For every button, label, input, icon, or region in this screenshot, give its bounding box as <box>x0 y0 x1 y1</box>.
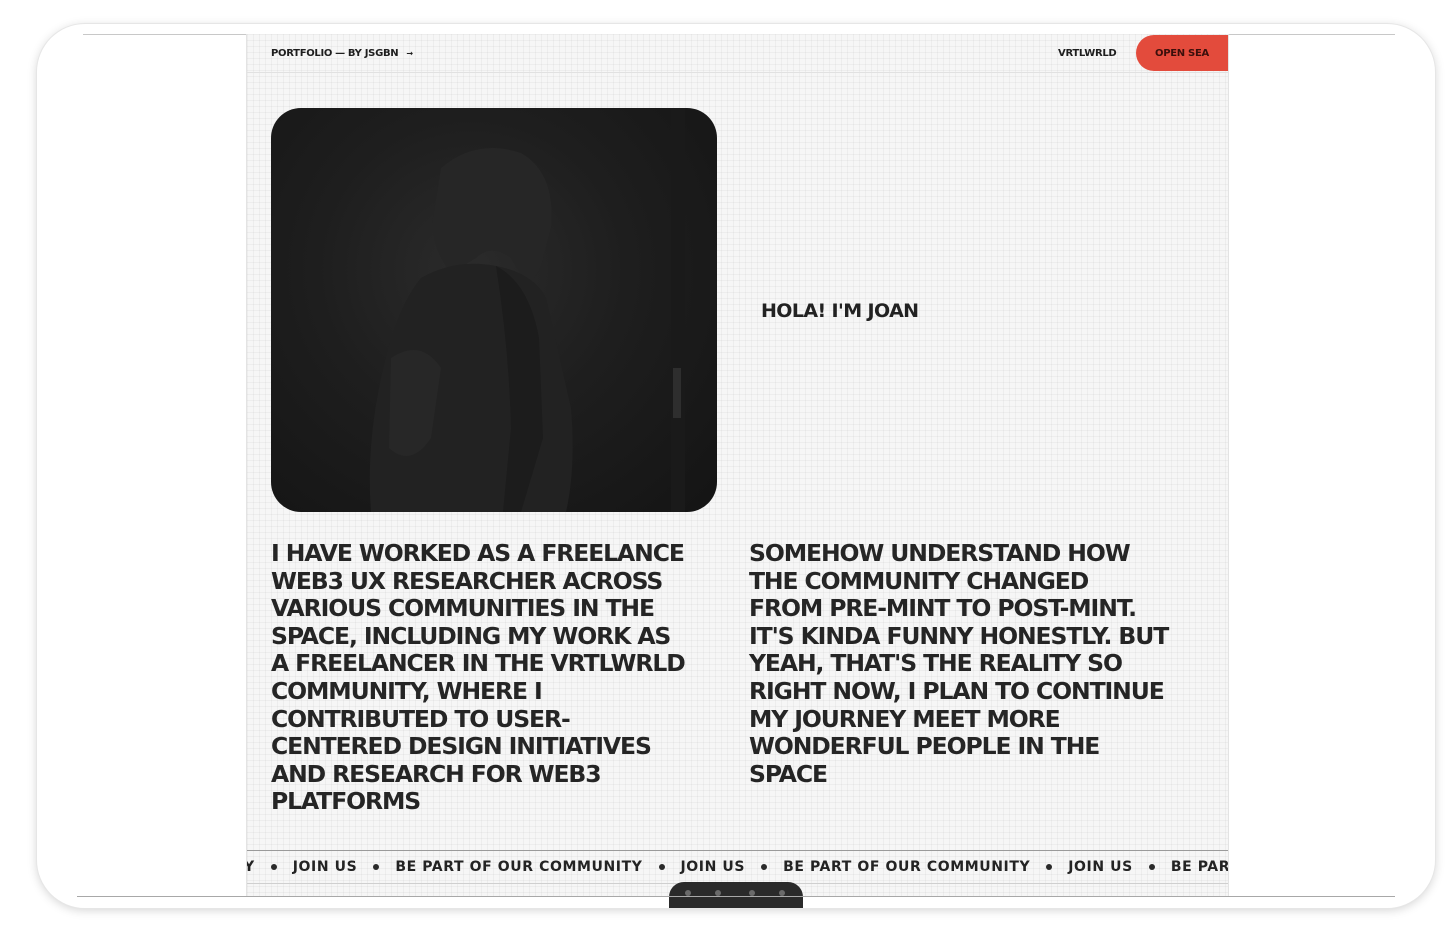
brand-author: BY JSGBN <box>347 48 399 59</box>
hero-greeting: HOLA! I'M JOAN <box>761 300 919 322</box>
marquee-item: BE PART OF OUR COMMUNITY <box>395 859 643 875</box>
marquee-item: Y <box>247 859 255 875</box>
open-sea-button[interactable]: OPEN SEA <box>1136 35 1228 71</box>
bullet-dot-icon <box>658 864 665 870</box>
arrow-right-icon: → <box>406 49 413 58</box>
brand-link[interactable]: PORTFOLIO — BY JSGBN → <box>271 48 413 59</box>
marquee-item: JOIN US <box>680 859 746 875</box>
device-frame: PORTFOLIO — BY JSGBN → VRTLWRLD OPEN SEA HO… <box>37 24 1435 908</box>
brand-title: PORTFOLIO <box>271 48 333 59</box>
hooded-figure-silhouette <box>369 108 685 512</box>
brand-separator: — <box>335 48 345 59</box>
portfolio-page: PORTFOLIO — BY JSGBN → VRTLWRLD OPEN SEA HO… <box>246 34 1229 896</box>
bullet-dot-icon <box>270 864 277 870</box>
marquee-item: BE PART OF OUR COMMUNITY <box>783 859 1031 875</box>
community-marquee-banner[interactable]: Y JOIN US BE PART OF OUR COMMUNITY JOIN US B… <box>247 850 1228 884</box>
bullet-dot-icon <box>373 864 380 870</box>
marquee-track: Y JOIN US BE PART OF OUR COMMUNITY JOIN US B… <box>247 859 1228 875</box>
screen-bottom-edge <box>77 896 1395 897</box>
bullet-dot-icon <box>761 864 768 870</box>
marquee-item: JOIN US <box>292 859 358 875</box>
bio-paragraph-left: I HAVE WORKED AS A FREELANCE WEB3 UX RES… <box>271 539 686 816</box>
bullet-dot-icon <box>1046 864 1053 870</box>
marquee-item: JOIN US <box>1068 859 1133 875</box>
hero-portrait-photo <box>271 108 717 512</box>
bottom-dock-toolbar[interactable] <box>669 882 803 908</box>
bio-paragraph-right: SOMEHOW UNDERSTAND HOW THE COMMUNITY CHA… <box>749 539 1169 788</box>
top-navigation-bar: PORTFOLIO — BY JSGBN → VRTLWRLD OPEN SEA <box>247 34 1228 73</box>
marquee-item: BE PART O <box>1170 859 1228 875</box>
bullet-dot-icon <box>1148 864 1155 870</box>
nav-link-vrtlwrld[interactable]: VRTLWRLD <box>1058 48 1117 59</box>
